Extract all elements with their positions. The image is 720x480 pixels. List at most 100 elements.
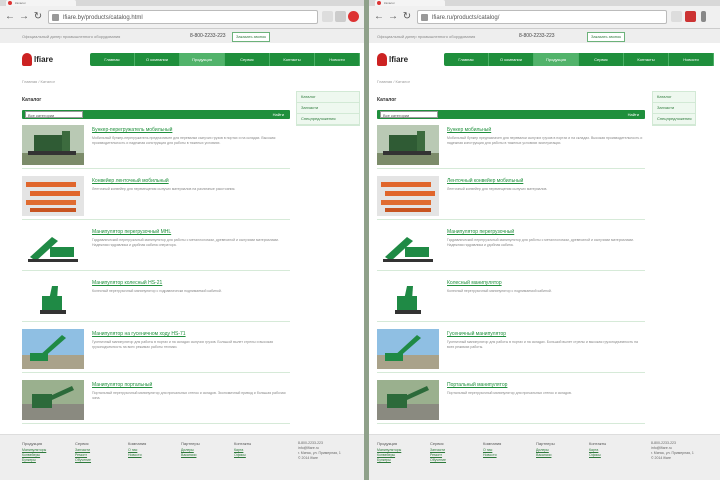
- footer-link[interactable]: Вакансии: [536, 453, 555, 458]
- product-thumbnail[interactable]: [22, 227, 84, 267]
- footer-heading: Продукция: [22, 441, 43, 446]
- reload-icon[interactable]: ↻: [401, 11, 413, 23]
- footer-link[interactable]: Бункеры: [377, 458, 401, 463]
- filter-bar: Все категории Найти: [22, 110, 290, 119]
- top-strip-text: Официальный дилер промышленного оборудов…: [22, 34, 121, 39]
- product-thumbnail[interactable]: [22, 329, 84, 369]
- footer-copyright: © 2014 lfiare: [298, 456, 318, 460]
- footer-link[interactable]: Обучение: [75, 458, 91, 463]
- address-bar[interactable]: lfiare.by/products/catalog.html: [48, 10, 318, 24]
- sidebar-item[interactable]: Спецпредложения: [653, 114, 695, 125]
- product-description: Гусеничный манипулятор для работы в порт…: [447, 340, 638, 349]
- breadcrumb[interactable]: Главная / Каталог: [22, 79, 55, 84]
- reload-icon[interactable]: ↻: [32, 11, 44, 23]
- nav-item[interactable]: О компании: [489, 53, 534, 66]
- star-icon[interactable]: [671, 11, 682, 22]
- product-thumbnail[interactable]: [22, 125, 84, 165]
- site-logo[interactable]: lfiare: [22, 51, 53, 67]
- footer-heading: Продукция: [377, 441, 398, 446]
- back-icon[interactable]: ←: [4, 11, 16, 23]
- nav-item-active[interactable]: Продукция: [180, 53, 225, 66]
- sidebar-item[interactable]: Каталог: [653, 92, 695, 103]
- footer-link[interactable]: Офисы: [234, 453, 251, 458]
- menu-icon[interactable]: [335, 11, 346, 22]
- product-title-link[interactable]: Бункер мобильный: [447, 127, 491, 133]
- product-thumbnail[interactable]: [377, 125, 439, 165]
- filter-button[interactable]: Найти: [273, 111, 284, 118]
- item-separator: [22, 168, 290, 169]
- sidebar-item[interactable]: Запчасти: [653, 103, 695, 114]
- sidebar-item[interactable]: Каталог: [297, 92, 359, 103]
- product-title-link[interactable]: Манипулятор портальный: [92, 382, 152, 388]
- product-title-link[interactable]: Бункер-перегружатель мобильный: [92, 127, 172, 133]
- forward-icon[interactable]: →: [387, 11, 399, 23]
- product-thumbnail[interactable]: [377, 380, 439, 420]
- product-title-link[interactable]: Гусеничный манипулятор: [447, 331, 506, 337]
- extension-icon[interactable]: [685, 11, 696, 22]
- product-title-link[interactable]: Конвейер ленточный мобильный: [92, 178, 169, 184]
- site-logo[interactable]: lfiare: [377, 51, 409, 67]
- address-bar[interactable]: lfiare.ru/products/catalog/: [417, 10, 667, 24]
- footer-column: Компания О нас Новости: [483, 441, 501, 458]
- nav-item-active[interactable]: Продукция: [534, 53, 579, 66]
- product-item: Ленточный конвейер мобильный Ленточный ко…: [377, 172, 645, 220]
- forward-icon[interactable]: →: [18, 11, 30, 23]
- breadcrumb[interactable]: Главная / Каталог: [377, 79, 410, 84]
- lock-icon: [421, 14, 428, 21]
- product-thumbnail[interactable]: [22, 176, 84, 216]
- footer-link[interactable]: Новости: [483, 453, 501, 458]
- logo-text: lfiare: [389, 55, 409, 65]
- back-icon[interactable]: ←: [373, 11, 385, 23]
- footer-link[interactable]: Новости: [128, 453, 146, 458]
- menu-icon[interactable]: [701, 11, 706, 22]
- nav-item[interactable]: Сервис: [225, 53, 270, 66]
- site-header: lfiare Главная О компании Продукция Серв…: [369, 43, 720, 73]
- callback-button[interactable]: Заказать звонок: [232, 32, 270, 42]
- product-item: Манипулятор портальный Портальный перегру…: [22, 376, 290, 424]
- nav-item[interactable]: О компании: [135, 53, 180, 66]
- footer-column: Контакты Карта Офисы: [589, 441, 606, 458]
- nav-item[interactable]: Новости: [315, 53, 360, 66]
- callback-button[interactable]: Заказать звонок: [587, 32, 625, 42]
- footer-heading: Контакты: [234, 441, 252, 446]
- category-select[interactable]: Все категории: [25, 111, 83, 118]
- product-title-link[interactable]: Ленточный конвейер мобильный: [447, 178, 523, 184]
- item-separator: [377, 423, 645, 424]
- product-description: Портальный перегрузочный манипулятор для…: [447, 391, 572, 395]
- nav-item[interactable]: Главная: [90, 53, 135, 66]
- product-thumbnail[interactable]: [377, 227, 439, 267]
- product-title-link[interactable]: Портальный манипулятор: [447, 382, 507, 388]
- product-title-link[interactable]: Манипулятор колесный HS-21: [92, 280, 162, 286]
- product-thumbnail[interactable]: [377, 176, 439, 216]
- product-title-link[interactable]: Манипулятор перегрузочный: [447, 229, 514, 235]
- nav-item[interactable]: Контакты: [270, 53, 315, 66]
- footer-link[interactable]: Вакансии: [181, 453, 200, 458]
- nav-item[interactable]: Новости: [669, 53, 714, 66]
- nav-item[interactable]: Главная: [444, 53, 489, 66]
- nav-item[interactable]: Сервис: [579, 53, 624, 66]
- product-thumbnail[interactable]: [377, 278, 439, 318]
- category-select[interactable]: Все категории: [380, 111, 438, 118]
- product-title-link[interactable]: Манипулятор перегрузочный MHL: [92, 229, 171, 235]
- product-thumbnail[interactable]: [22, 380, 84, 420]
- favicon-icon: [377, 1, 381, 5]
- star-icon[interactable]: [322, 11, 333, 22]
- sidebar-item[interactable]: Запчасти: [297, 103, 359, 114]
- product-description: Гусеничный манипулятор для работы в порт…: [92, 340, 274, 349]
- footer-link[interactable]: Обучение: [430, 458, 446, 463]
- sidebar-menu: Каталог Запчасти Спецпредложения: [296, 91, 360, 126]
- footer-heading: Сервис: [75, 441, 89, 446]
- sidebar-item[interactable]: Спецпредложения: [297, 114, 359, 125]
- footer-link[interactable]: Бункеры: [22, 458, 46, 463]
- product-title-link[interactable]: Манипулятор на гусеничном ходу HS-71: [92, 331, 186, 337]
- footer-link[interactable]: Офисы: [589, 453, 606, 458]
- nav-item[interactable]: Контакты: [624, 53, 669, 66]
- item-separator: [22, 423, 290, 424]
- close-icon[interactable]: [348, 11, 359, 22]
- filter-button[interactable]: Найти: [628, 111, 639, 118]
- item-separator: [377, 270, 645, 271]
- product-thumbnail[interactable]: [377, 329, 439, 369]
- logo-mark-icon: [377, 53, 387, 67]
- product-thumbnail[interactable]: [22, 278, 84, 318]
- product-title-link[interactable]: Колесный манипулятор: [447, 280, 502, 286]
